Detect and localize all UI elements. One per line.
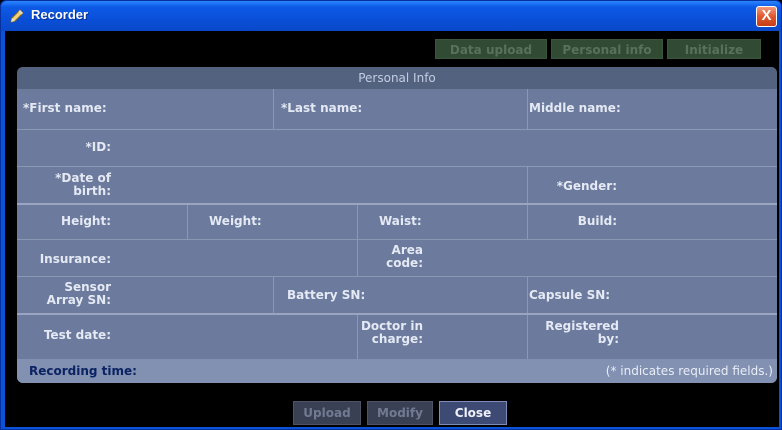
window-close-button[interactable]: X: [756, 6, 777, 27]
build-label: Build:: [577, 214, 617, 228]
registered-by-label-line2: by:: [597, 332, 619, 346]
height-label: Height:: [61, 214, 111, 228]
window-title: Recorder: [31, 7, 89, 22]
modify-button[interactable]: Modify: [367, 401, 433, 425]
row-divider: [17, 239, 777, 240]
col-divider: [273, 277, 274, 313]
col-divider: [273, 89, 274, 129]
waist-label: Waist:: [379, 214, 422, 228]
battery-sn-label: Battery SN:: [287, 288, 366, 302]
upload-button[interactable]: Upload: [293, 401, 361, 425]
data-upload-button[interactable]: Data upload: [435, 39, 547, 59]
personal-info-button[interactable]: Personal info: [551, 39, 663, 59]
recorder-window: Recorder X Data upload Personal info Ini…: [0, 0, 782, 430]
first-name-label: *First name:: [23, 101, 107, 115]
title-bar[interactable]: Recorder X: [1, 1, 781, 31]
last-name-label: *Last name:: [281, 101, 363, 115]
middle-name-label: Middle name:: [529, 101, 621, 115]
test-date-label: Test date:: [43, 328, 111, 342]
recording-time-row: Recording time: (* indicates required fi…: [17, 359, 777, 383]
required-fields-note: (* indicates required fields.): [605, 364, 773, 378]
col-divider: [527, 277, 528, 313]
close-icon: X: [761, 7, 772, 24]
insurance-label: Insurance:: [39, 252, 111, 266]
client-area: Data upload Personal info Initialize Per…: [5, 31, 779, 427]
id-label: *ID:: [85, 140, 112, 154]
date-of-birth-label-line2: birth:: [73, 184, 111, 198]
personal-info-panel: Personal Info *First name: *Last name: M…: [17, 67, 777, 383]
doctor-in-charge-label-line2: charge:: [371, 332, 423, 346]
row-divider: [17, 166, 777, 167]
initialize-button[interactable]: Initialize: [667, 39, 761, 59]
row-divider: [17, 313, 777, 315]
col-divider: [187, 205, 188, 239]
gender-label: *Gender:: [556, 179, 617, 193]
capsule-sn-label: Capsule SN:: [529, 288, 611, 302]
col-divider: [527, 89, 528, 129]
row-divider: [17, 203, 777, 205]
close-button[interactable]: Close: [439, 401, 507, 425]
row-divider: [17, 276, 777, 277]
panel-header: Personal Info: [17, 67, 777, 89]
sensor-array-sn-label-line2: Array SN:: [46, 293, 111, 307]
row-divider: [17, 129, 777, 130]
pencil-icon: [9, 8, 25, 24]
weight-label: Weight:: [209, 214, 262, 228]
recording-time-label: Recording time:: [29, 364, 137, 378]
area-code-label-line2: code:: [386, 256, 423, 270]
